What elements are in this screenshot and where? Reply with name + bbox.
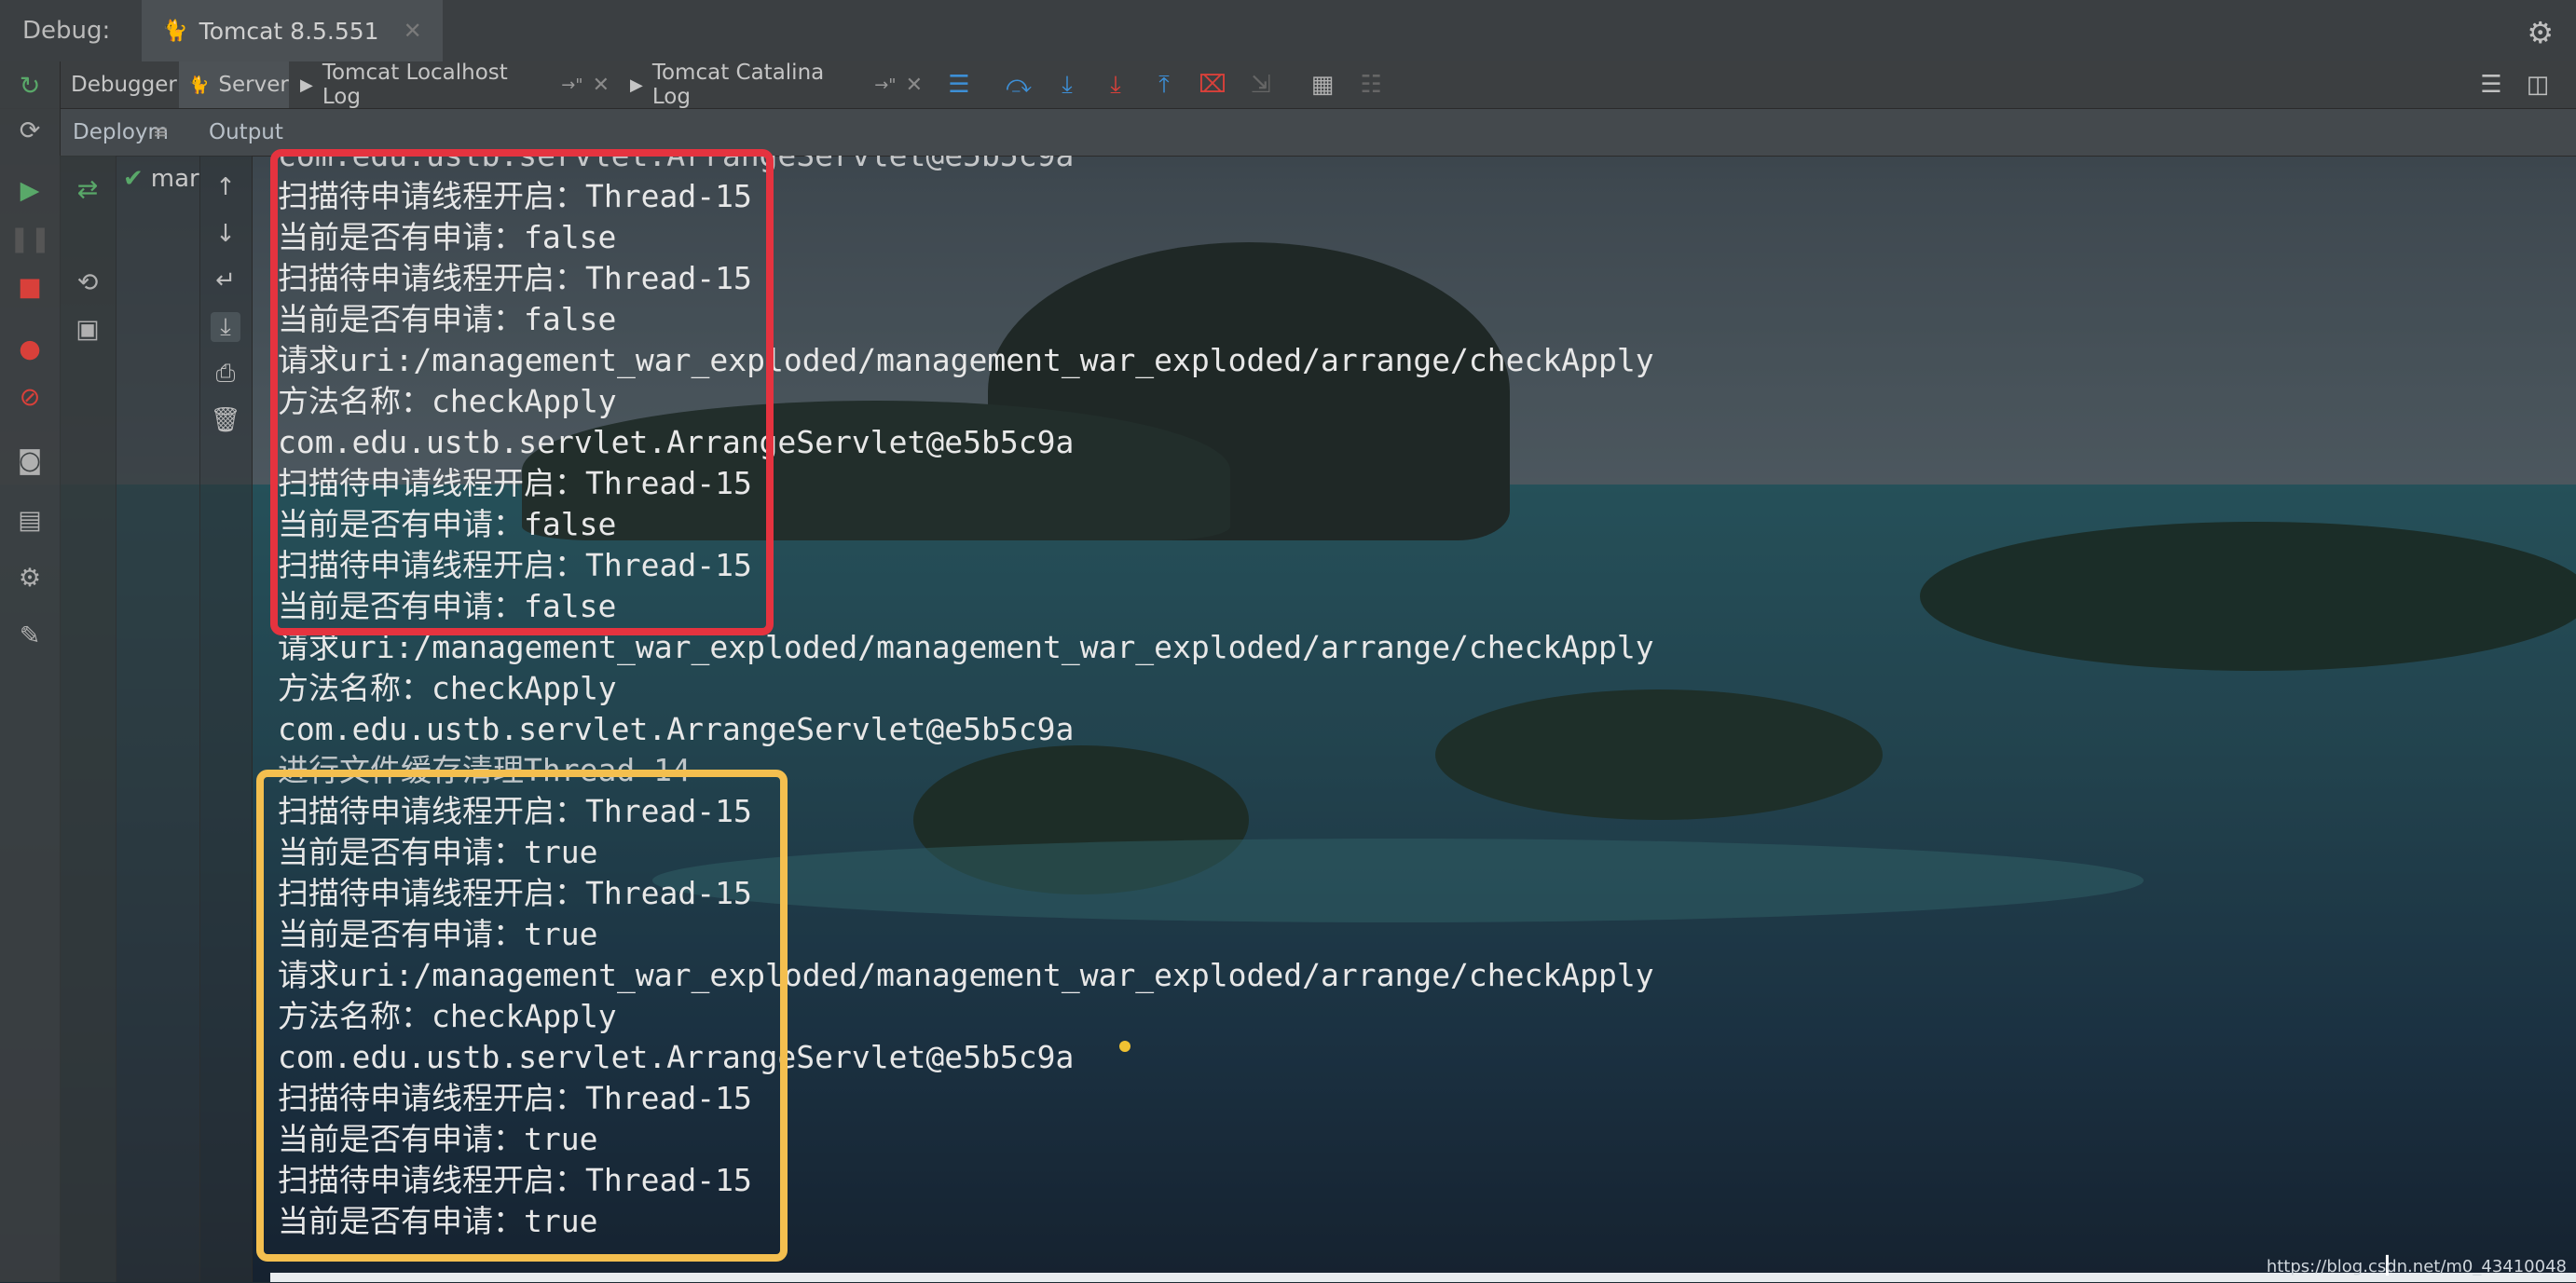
log-icon: ▶	[630, 75, 643, 95]
watermark: https://blog.csdn.net/m0_43410048	[2266, 1257, 2567, 1276]
refresh-icon[interactable]: ⟲	[71, 266, 104, 299]
settings-icon[interactable]: ⚙	[13, 561, 47, 594]
tab-label: Tomcat Localhost Log	[322, 61, 508, 109]
show-execution-point-icon[interactable]: ☰	[943, 69, 975, 101]
deployment-item[interactable]: ✔ mar	[123, 165, 199, 193]
highlight-box-yellow	[256, 770, 788, 1262]
run-config-tab[interactable]: 🐈 Tomcat 8.5.551 ✕	[142, 0, 443, 61]
open-browser-icon[interactable]: ▣	[71, 312, 104, 346]
debug-left-toolbar: ↻ ⟳ ▶ ❚❚ ■ ● ⊘ ◙ ▤ ⚙ ✎	[0, 61, 61, 1282]
deployment-tree: ✔ mar	[116, 156, 200, 1282]
log-icon: ▶	[300, 75, 313, 95]
console-line: com.edu.ustb.servlet.ArrangeServlet@e5b5…	[278, 711, 1075, 747]
pin-icon: →"	[874, 75, 897, 95]
stop-icon[interactable]: ■	[13, 270, 47, 304]
camera-icon[interactable]: ◙	[13, 444, 47, 477]
debug-label: Debug:	[22, 17, 111, 45]
scroll-to-end-icon[interactable]: ⤓	[211, 312, 240, 342]
soft-wrap-icon[interactable]: ↵	[211, 266, 240, 295]
debug-title-bar: Debug: 🐈 Tomcat 8.5.551 ✕ ⚙	[0, 0, 2576, 62]
close-icon[interactable]: ✕	[404, 18, 422, 44]
console-line: 方法名称：checkApply	[278, 670, 617, 706]
check-icon: ✔	[123, 165, 144, 193]
tomcat-icon: 🐈	[188, 75, 210, 95]
pause-icon[interactable]: ❚❚	[8, 222, 50, 255]
deploy-icon[interactable]: ⇄	[71, 172, 104, 206]
trace-icon[interactable]: ☷	[1355, 69, 1387, 101]
layout-icon[interactable]: ▤	[13, 503, 47, 537]
run-to-cursor-icon[interactable]: ⇲	[1245, 69, 1277, 101]
gear-icon[interactable]: ⚙	[2527, 15, 2554, 50]
run-config-label: Tomcat 8.5.551	[199, 17, 379, 45]
output-toolbar: ↑ ↓ ↵ ⤓ ⎙ 🗑	[199, 156, 253, 1282]
tomcat-icon: 🐈	[162, 19, 188, 43]
step-into-icon[interactable]: ⤓	[1051, 69, 1083, 101]
pin-icon: →"	[561, 75, 583, 95]
highlight-box-red	[270, 149, 774, 635]
close-icon[interactable]: ✕	[593, 74, 610, 97]
tab-tomcat-localhost-log[interactable]: ▶ Tomcat Localhost Log →" ✕	[291, 61, 619, 109]
print-icon[interactable]: ⎙	[211, 359, 240, 389]
up-arrow-icon[interactable]: ↑	[211, 172, 240, 202]
down-arrow-icon[interactable]: ↓	[211, 219, 240, 249]
close-icon[interactable]: ✕	[906, 74, 923, 97]
view-breakpoints-icon[interactable]: ●	[13, 332, 47, 365]
tab-server[interactable]: 🐈 Server	[179, 61, 289, 108]
step-over-icon[interactable]: ⤼	[1003, 69, 1035, 101]
deployment-item-label: mar	[150, 165, 199, 193]
tab-tomcat-catalina-log[interactable]: ▶ Tomcat Catalina Log →" ✕	[621, 61, 932, 109]
tab-label: Debugger	[71, 73, 177, 97]
evaluate-expression-icon[interactable]: ▦	[1307, 69, 1338, 101]
mute-breakpoints-icon[interactable]: ⊘	[13, 380, 47, 414]
drop-frame-icon[interactable]: ⌧	[1197, 69, 1228, 101]
layout-icon[interactable]: ☰	[2475, 69, 2507, 101]
annotation-dot	[1119, 1041, 1130, 1052]
rerun-icon[interactable]: ↻	[13, 69, 47, 102]
update-icon[interactable]: ⟳	[13, 114, 47, 147]
tab-label: Tomcat Catalina Log	[651, 61, 825, 109]
collapse-icon[interactable]: ≡	[153, 120, 169, 143]
debug-toolbar: Debugger 🐈 Server ▶ Tomcat Localhost Log…	[0, 61, 2576, 109]
tab-label: Server	[218, 73, 289, 97]
trash-icon[interactable]: 🗑	[211, 405, 241, 435]
step-out-icon[interactable]: ⤒	[1148, 69, 1180, 101]
tab-debugger[interactable]: Debugger	[62, 61, 177, 108]
resume-icon[interactable]: ▶	[13, 173, 47, 207]
force-step-into-icon[interactable]: ⤓	[1100, 69, 1131, 101]
pin-icon[interactable]: ✎	[13, 619, 47, 652]
output-header: Output	[209, 120, 283, 144]
restore-layout-icon[interactable]: ◫	[2522, 69, 2554, 101]
horizontal-scrollbar[interactable]	[270, 1273, 2576, 1282]
deployment-actions: ⇄ ⟲ ▣	[60, 156, 116, 1282]
